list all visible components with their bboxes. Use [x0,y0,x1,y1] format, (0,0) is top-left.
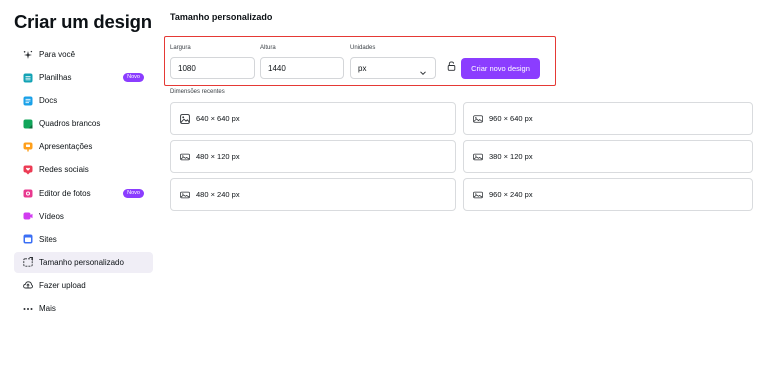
sidebar-item-fazer-upload[interactable]: Fazer upload [14,275,153,296]
presentation-icon [23,142,33,152]
sidebar-item-videos[interactable]: Vídeos [14,206,153,227]
sidebar-item-sites[interactable]: Sites [14,229,153,250]
image-icon [180,113,190,124]
new-badge: Novo [123,73,144,83]
recent-dimension-card[interactable]: 640 × 640 px [170,102,456,135]
lock-icon [447,58,456,76]
units-label: Unidades [350,45,376,51]
sidebar-item-label: Para você [39,50,76,59]
sidebar-item-apresentacoes[interactable]: Apresentações [14,136,153,157]
sidebar-item-redes-sociais[interactable]: Redes sociais [14,159,153,180]
sidebar-item-quadros-brancos[interactable]: Quadros brancos [14,113,153,134]
recent-dimension-card[interactable]: 480 × 120 px [170,140,456,173]
main-panel: Tamanho personalizado Largura Altura Uni… [164,0,760,384]
recent-dimensions-heading: Dimensões recentes [170,89,225,95]
sidebar-item-label: Editor de fotos [39,188,91,198]
width-label: Largura [170,45,191,51]
aspect-lock-button[interactable] [445,61,457,73]
height-label: Altura [260,45,276,51]
image-icon [180,190,190,200]
section-title: Tamanho personalizado [170,12,273,22]
image-icon [473,114,483,124]
sidebar-item-tamanho-personalizado[interactable]: Tamanho personalizado [14,251,153,273]
sidebar-nav: Para você Planilhas Novo Docs Quadros br… [14,44,153,321]
recent-dimension-card[interactable]: 960 × 240 px [463,178,753,211]
recent-dimension-label: 380 × 120 px [489,152,533,161]
new-badge: Novo [123,188,144,198]
create-design-button[interactable]: Criar novo design [461,58,540,79]
sidebar-item-label: Fazer upload [39,280,86,290]
sidebar-item-label: Redes sociais [39,165,89,175]
website-icon [23,234,33,244]
sidebar-item-label: Planilhas [39,73,72,83]
recent-dimension-card[interactable]: 960 × 640 px [463,102,753,135]
photo-editor-icon [23,188,33,198]
sidebar-item-label: Apresentações [39,142,93,152]
units-select[interactable]: px [350,57,436,79]
sidebar-item-label: Mais [39,304,56,314]
recent-dimension-card[interactable]: 380 × 120 px [463,140,753,173]
social-media-icon [23,165,33,175]
image-icon [473,152,483,162]
sidebar-item-editor-de-fotos[interactable]: Editor de fotos Novo [14,183,153,204]
sparkle-icon [23,50,33,60]
docs-icon [23,96,33,106]
upload-icon [23,280,33,290]
height-input[interactable] [260,57,344,79]
sidebar-item-label: Quadros brancos [39,119,101,129]
whiteboard-icon [23,119,33,129]
chevron-down-icon [419,64,427,76]
more-icon [23,304,33,314]
units-select-value: px [358,63,367,73]
custom-size-icon [23,257,33,267]
recent-dimension-label: 960 × 240 px [489,190,533,199]
spreadsheet-icon [23,73,33,83]
recent-dimension-label: 960 × 640 px [489,114,533,123]
sidebar-item-docs[interactable]: Docs [14,90,153,111]
video-icon [23,211,33,221]
recent-dimension-label: 480 × 240 px [196,190,240,199]
sidebar-item-para-voce[interactable]: Para você [14,44,153,65]
sidebar: Criar um design Para você Planilhas Novo… [0,0,160,384]
recent-dimension-card[interactable]: 480 × 240 px [170,178,456,211]
image-icon [473,190,483,200]
recent-dimension-label: 480 × 120 px [196,152,240,161]
sidebar-item-mais[interactable]: Mais [14,298,153,319]
image-icon [180,152,190,162]
width-input[interactable] [170,57,255,79]
sidebar-item-label: Vídeos [39,211,64,221]
sidebar-item-label: Docs [39,96,58,106]
sidebar-item-planilhas[interactable]: Planilhas Novo [14,67,153,88]
sidebar-item-label: Sites [39,234,57,244]
recent-dimension-label: 640 × 640 px [196,114,240,123]
sidebar-item-label: Tamanho personalizado [39,257,124,267]
page-title: Criar um design [14,11,152,32]
